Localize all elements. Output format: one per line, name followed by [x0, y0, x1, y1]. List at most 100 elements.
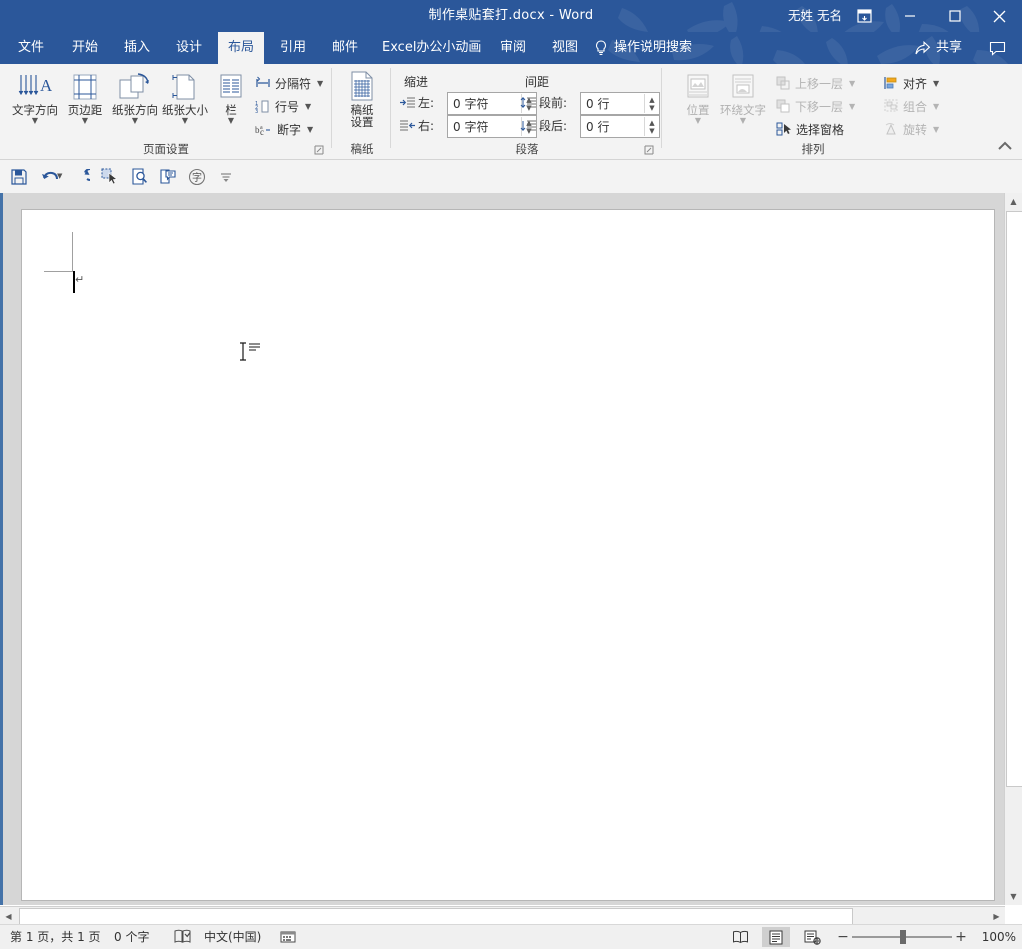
ribbon-button-line-numbers[interactable]: 1 2 3 行号 ▼: [252, 95, 314, 117]
document-page[interactable]: ↵: [22, 210, 994, 900]
word-count[interactable]: 0 个字: [110, 925, 153, 949]
tell-me-search[interactable]: 操作说明搜索: [594, 32, 692, 64]
insert-comment-icon[interactable]: [155, 164, 181, 189]
print-preview-icon[interactable]: [126, 164, 152, 189]
space-after-input[interactable]: 0 行 ▲ ▼: [580, 115, 660, 138]
space-before-stepper[interactable]: ▲ ▼: [644, 94, 659, 113]
ribbon-group-label: 排列: [801, 142, 825, 156]
chevron-down-icon: ▼: [933, 78, 940, 88]
zoom-in-button[interactable]: +: [954, 925, 968, 949]
select-object-icon[interactable]: [97, 164, 123, 189]
indent-right-value: 0 字符: [453, 120, 489, 134]
hyphenation-icon: b a c: [255, 125, 270, 136]
ribbon-button-size[interactable]: 纸张大小 ▼: [158, 68, 212, 136]
page-setup-dialog-launcher[interactable]: [314, 145, 326, 157]
tab-home[interactable]: 开始: [62, 32, 108, 64]
ribbon-button-label-line2: 设置: [350, 115, 374, 129]
zoom-level[interactable]: 100%: [982, 925, 1016, 949]
minimize-icon[interactable]: [887, 0, 932, 32]
record-macro-icon[interactable]: [276, 925, 300, 949]
zoom-slider-knob[interactable]: [900, 930, 906, 944]
scroll-down-icon[interactable]: ▼: [1005, 888, 1022, 905]
horizontal-scroll-thumb[interactable]: [19, 908, 853, 925]
tab-file[interactable]: 文件: [8, 32, 54, 64]
collapse-ribbon-icon[interactable]: [998, 141, 1016, 157]
save-icon[interactable]: [6, 164, 32, 189]
read-mode-view[interactable]: [726, 927, 754, 947]
comments-icon[interactable]: [980, 32, 1014, 64]
ribbon-button-wrap-text[interactable]: 环绕文字 ▼: [716, 68, 770, 136]
tab-excel-animation[interactable]: Excel办公小动画: [372, 32, 491, 64]
page-indicator[interactable]: 第 1 页，共 1 页: [6, 925, 105, 949]
ribbon-button-align[interactable]: 对齐 ▼: [881, 72, 942, 94]
zoom-out-button[interactable]: −: [836, 925, 850, 949]
ribbon-group-paragraph: 缩进 间距 左: 0 字符 ▲▼ 右:: [392, 64, 662, 159]
language-indicator[interactable]: 中文(中国): [200, 925, 265, 949]
svg-text:A: A: [40, 76, 52, 95]
chevron-down-icon: ▼: [317, 78, 324, 88]
ribbon-button-columns[interactable]: 栏 ▼: [213, 68, 249, 136]
document-canvas[interactable]: ↵: [0, 193, 1022, 905]
tab-mailings[interactable]: 邮件: [322, 32, 368, 64]
ribbon-group-label: 稿纸: [350, 142, 374, 156]
position-icon: [684, 68, 712, 102]
rotate-icon: [885, 123, 896, 135]
margins-icon: [70, 68, 100, 102]
ribbon-display-options-icon[interactable]: [842, 0, 887, 32]
chevron-down-icon: ▼: [694, 116, 702, 125]
chevron-down-icon: ▼: [81, 116, 89, 125]
ribbon-button-send-backward[interactable]: 下移一层 ▼: [773, 95, 858, 117]
proofing-errors-icon[interactable]: [170, 925, 195, 949]
web-layout-view[interactable]: [798, 927, 826, 947]
share-button[interactable]: 共享: [907, 32, 970, 64]
size-icon: [170, 68, 200, 102]
tab-insert[interactable]: 插入: [114, 32, 160, 64]
redo-icon[interactable]: [68, 164, 94, 189]
tab-review[interactable]: 审阅: [490, 32, 536, 64]
columns-icon: [218, 68, 244, 102]
ribbon-button-group[interactable]: 组合 ▼: [881, 95, 942, 117]
send-backward-icon: [776, 99, 790, 113]
tab-layout[interactable]: 布局: [218, 32, 265, 64]
ribbon-button-hyphenation[interactable]: b a c 断字 ▼: [252, 118, 316, 140]
paragraph-dialog-launcher[interactable]: [644, 145, 656, 157]
ribbon-button-margins[interactable]: 页边距 ▼: [58, 68, 112, 136]
wrap-text-icon: [729, 68, 757, 102]
lightbulb-icon: [596, 40, 606, 55]
horizontal-scrollbar[interactable]: ◀ ▶: [0, 906, 1005, 925]
ribbon-button-grid-paper-settings[interactable]: 稿纸 设置: [335, 68, 389, 136]
print-layout-view[interactable]: [762, 927, 790, 947]
indent-left-icon: [400, 97, 415, 108]
space-after-stepper[interactable]: ▲ ▼: [644, 117, 659, 136]
indent-right-label: 右:: [418, 119, 435, 133]
ribbon-button-selection-pane[interactable]: 选择窗格: [773, 118, 847, 140]
more-commands-icon[interactable]: [213, 164, 239, 189]
group-icon: [884, 99, 898, 112]
scroll-up-icon[interactable]: ▲: [1005, 193, 1022, 210]
space-before-input[interactable]: 0 行 ▲ ▼: [580, 92, 660, 115]
ribbon-button-breaks[interactable]: 分隔符 ▼: [252, 72, 326, 94]
tab-view[interactable]: 视图: [542, 32, 588, 64]
group-separator: [661, 68, 662, 148]
ribbon-button-bring-forward[interactable]: 上移一层 ▼: [773, 72, 858, 94]
ribbon-button-text-direction[interactable]: A 文字方向 ▼: [8, 68, 62, 136]
ribbon-button-rotate[interactable]: 旋转 ▼: [881, 118, 942, 140]
vertical-scrollbar[interactable]: ▲ ▼: [1004, 193, 1022, 905]
tab-design[interactable]: 设计: [166, 32, 212, 64]
scroll-left-icon[interactable]: ◀: [0, 907, 17, 925]
close-icon[interactable]: [977, 0, 1022, 32]
maximize-icon[interactable]: [932, 0, 977, 32]
ribbon-button-orientation[interactable]: 纸张方向 ▼: [108, 68, 162, 136]
undo-dropdown-icon[interactable]: ▼: [57, 172, 62, 180]
tab-references[interactable]: 引用: [270, 32, 316, 64]
group-separator: [390, 68, 391, 148]
scroll-right-icon[interactable]: ▶: [988, 907, 1005, 925]
ribbon-group-label: 段落: [515, 142, 539, 156]
ribbon-button-label: 断字: [277, 122, 302, 137]
phonetic-guide-icon[interactable]: 字: [184, 164, 210, 189]
indent-right-icon: [400, 120, 415, 131]
chevron-down-icon: ▼: [131, 116, 139, 125]
vertical-scroll-thumb[interactable]: [1006, 211, 1022, 787]
svg-text:字: 字: [192, 171, 202, 184]
chevron-down-icon: ▼: [933, 101, 940, 111]
